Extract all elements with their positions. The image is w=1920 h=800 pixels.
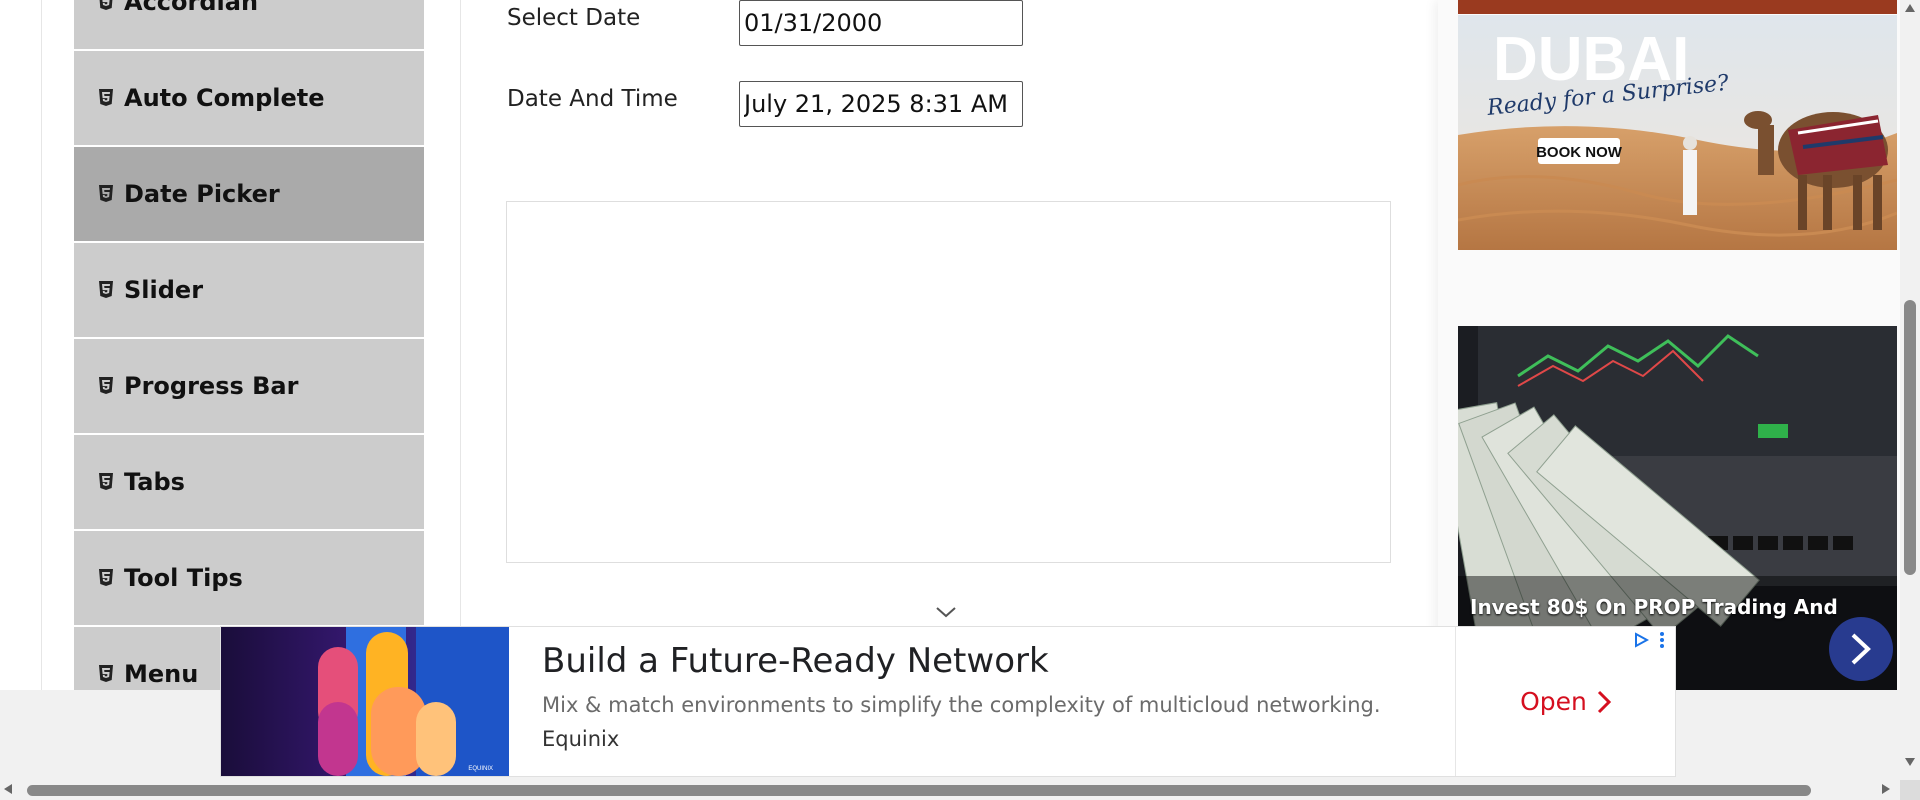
ad-body: Build a Future-Ready Network Mix & match… <box>509 627 1455 776</box>
html5-icon <box>96 87 116 109</box>
date-time-label: Date And Time <box>507 86 678 112</box>
ad-dubai-cta: BOOK NOW <box>1536 144 1623 161</box>
html5-icon <box>96 279 116 301</box>
sidebar-item-label: Tool Tips <box>124 564 243 592</box>
sidebar-menu: Accordian Auto Complete Date Picker Slid… <box>74 0 424 722</box>
embedded-frame <box>506 201 1391 563</box>
chevron-right-icon[interactable] <box>1829 617 1893 681</box>
sidebar-item-label: Progress Bar <box>124 372 299 400</box>
ad-advertiser: Equinix <box>542 727 620 751</box>
ad-description: Mix & match environments to simplify the… <box>542 693 1381 717</box>
sidebar-item-label: Slider <box>124 276 204 304</box>
ad-logo-text: EQUINIX <box>468 766 493 772</box>
horizontal-scroll-thumb[interactable] <box>27 785 1811 796</box>
vertical-scroll-thumb[interactable] <box>1904 300 1916 575</box>
sidebar-item-tabs[interactable]: Tabs <box>74 434 424 530</box>
sidebar-item-label: Menu <box>124 660 199 688</box>
adchoices-icon[interactable] <box>1633 632 1649 648</box>
ad-cta-area: Open <box>1455 627 1675 776</box>
sidebar-item-slider[interactable]: Slider <box>74 242 424 338</box>
ad-open-label: Open <box>1520 687 1587 716</box>
html5-icon <box>96 183 116 205</box>
sidebar-item-date-picker[interactable]: Date Picker <box>74 146 424 242</box>
ad-open-button[interactable]: Open <box>1520 687 1611 716</box>
html5-icon <box>96 375 116 397</box>
sidebar-item-label: Tabs <box>124 468 185 496</box>
scroll-right-arrow-icon[interactable] <box>1882 784 1890 794</box>
scroll-up-arrow-icon[interactable] <box>1905 4 1915 12</box>
sidebar-item-accordian[interactable]: Accordian <box>74 0 424 50</box>
ad-image-strip <box>1458 0 1897 14</box>
desert-camel-image: DUBAI Ready for a Surprise? BOOK NOW <box>1458 15 1897 250</box>
html5-icon <box>96 471 116 493</box>
date-time-input[interactable] <box>739 81 1023 127</box>
horizontal-scrollbar[interactable] <box>0 780 1900 800</box>
select-date-label: Select Date <box>507 5 641 31</box>
html5-icon <box>96 567 116 589</box>
ad-choices[interactable] <box>1633 631 1665 649</box>
sidebar-item-label: Auto Complete <box>124 84 325 112</box>
ad-logo-image: EQUINIX <box>221 627 509 776</box>
chevron-down-icon[interactable] <box>935 605 957 619</box>
bottom-ad-banner[interactable]: EQUINIX Build a Future-Ready Network Mix… <box>220 626 1676 777</box>
sidebar-item-label: Accordian <box>124 0 259 16</box>
html5-icon <box>96 0 116 13</box>
scroll-down-arrow-icon[interactable] <box>1905 758 1915 766</box>
select-date-input[interactable] <box>739 0 1023 46</box>
sidebar-item-tool-tips[interactable]: Tool Tips <box>74 530 424 626</box>
html5-icon <box>96 663 116 685</box>
page-viewport: Accordian Auto Complete Date Picker Slid… <box>0 0 1900 780</box>
left-divider <box>41 0 42 690</box>
ad-trading-caption[interactable]: Invest 80$ On PROP Trading And <box>1470 595 1838 619</box>
scrollbar-corner <box>1900 780 1920 800</box>
ad-dubai-banner[interactable]: DUBAI Ready for a Surprise? BOOK NOW <box>1458 15 1897 250</box>
sidebar-item-progress-bar[interactable]: Progress Bar <box>74 338 424 434</box>
sidebar-item-label: Date Picker <box>124 180 280 208</box>
vertical-scrollbar[interactable] <box>1900 0 1920 780</box>
content-divider <box>460 0 461 690</box>
chevron-right-icon <box>1597 690 1611 713</box>
ad-headline[interactable]: Build a Future-Ready Network <box>542 641 1455 681</box>
more-vert-icon[interactable] <box>1659 631 1665 649</box>
sidebar-item-auto-complete[interactable]: Auto Complete <box>74 50 424 146</box>
scroll-left-arrow-icon[interactable] <box>4 784 12 794</box>
